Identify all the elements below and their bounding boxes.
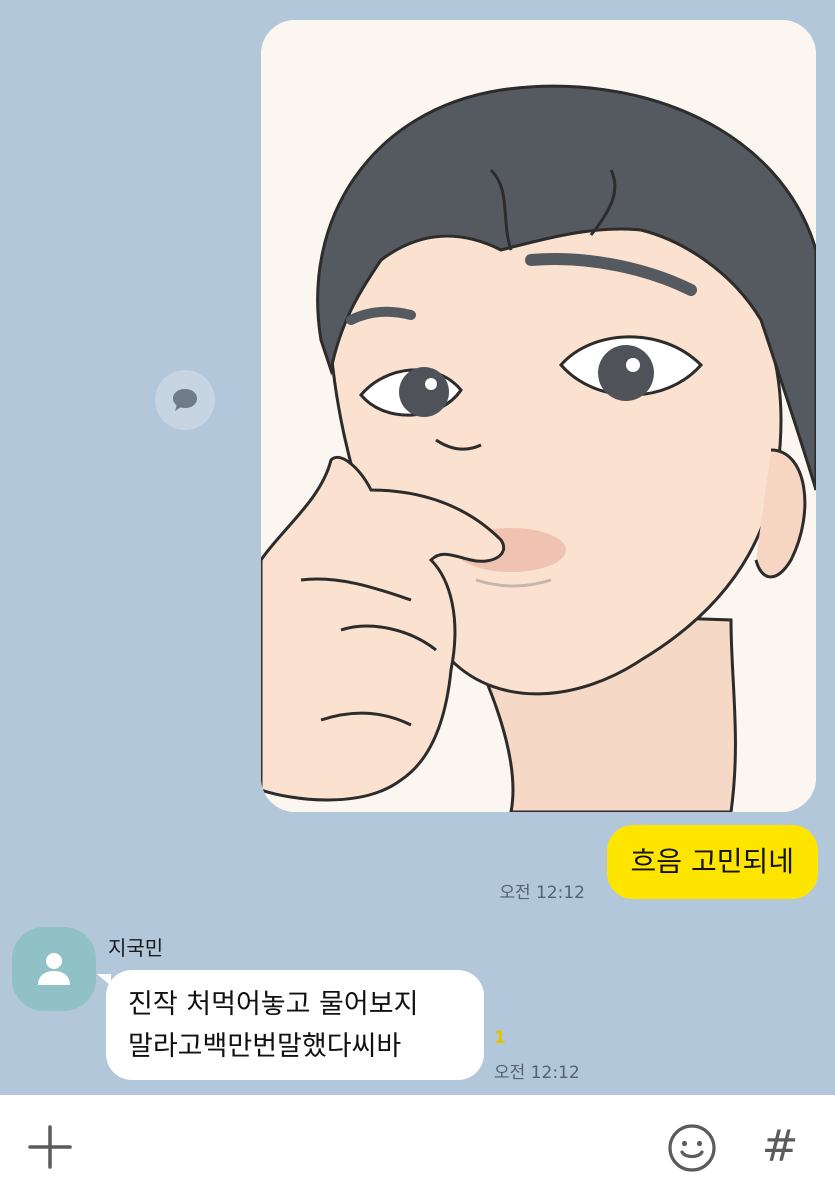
outgoing-timestamp: 오전 12:12 (499, 883, 585, 903)
incoming-line: 말라고백만번말했다씨바 (128, 1031, 402, 1062)
plus-button[interactable] (24, 1121, 76, 1173)
avatar[interactable] (12, 927, 96, 1011)
incoming-timestamp: 오전 12:12 (494, 1063, 580, 1083)
share-button[interactable] (155, 370, 215, 430)
chat-area[interactable]: 흐음 고민되네 오전 12:12 지국민 진작 처먹어놓고 물어보지 말라고백만… (0, 0, 835, 1095)
outgoing-message: 흐음 고민되네 (606, 825, 818, 899)
smiley-icon (668, 1124, 716, 1172)
hash-icon[interactable]: # (753, 1120, 807, 1174)
bubble-tail (97, 974, 111, 986)
unread-count: 1 (494, 1028, 506, 1048)
speech-bubble-icon (173, 389, 197, 411)
shared-image[interactable] (261, 20, 816, 812)
incoming-bubble[interactable]: 진작 처먹어놓고 물어보지 말라고백만번말했다씨바 (97, 970, 484, 1080)
outgoing-bubble[interactable]: 흐음 고민되네 (606, 825, 818, 899)
emoji-button[interactable] (665, 1121, 719, 1175)
incoming-line: 진작 처먹어놓고 물어보지 (128, 989, 419, 1020)
plus-icon (28, 1125, 72, 1169)
default-person-icon (38, 953, 70, 985)
illustration (261, 20, 816, 812)
sender-name[interactable]: 지국민 (108, 932, 163, 961)
